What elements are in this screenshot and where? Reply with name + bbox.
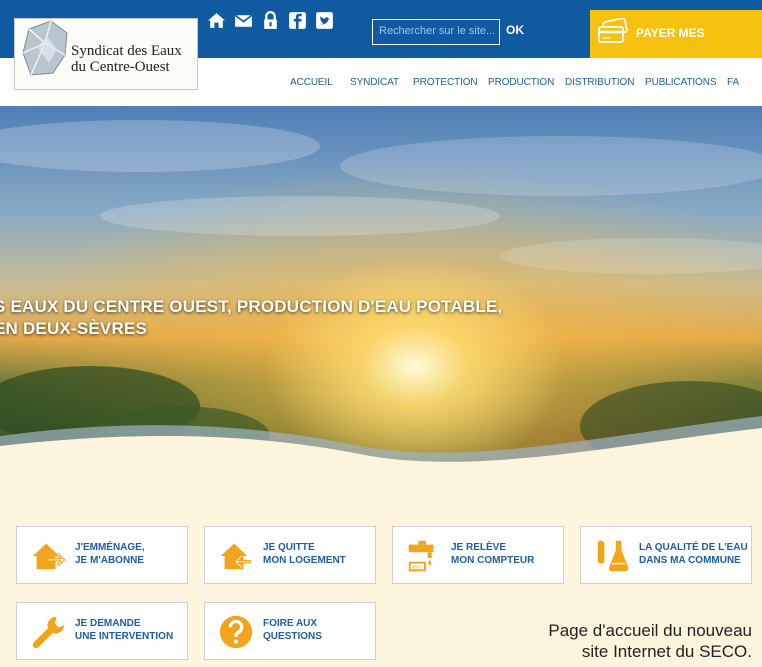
house-arrow-in-icon [32,543,66,570]
site-name-line2: du Centre-Ouest [71,59,170,75]
nav-item-distribution[interactable]: DISTRIBUTION [565,77,634,88]
nav-item-syndicat[interactable]: SYNDICAT [350,77,399,88]
question-icon [219,615,253,649]
image-caption: Page d'accueil du nouveau site Internet … [472,620,752,662]
card-faq-line1: FOIRE AUX [263,618,318,629]
card-leave-home-label: JE QUITTE MON LOGEMENT [263,541,346,567]
caption-line1: Page d'accueil du nouveau [548,621,752,640]
card-request-intervention-line2: UNE INTERVENTION [75,631,174,642]
mail-icon[interactable] [233,10,254,31]
lock-icon[interactable] [260,10,281,31]
house-arrow-out-icon [220,543,252,570]
card-subscribe-line1: J'EMMÉNAGE, [75,542,145,553]
card-leave-home[interactable]: JE QUITTE MON LOGEMENT [204,526,376,584]
card-meter-reading[interactable]: 000 JE RELÈVE MON COMPTEUR [392,526,564,584]
nav-item-protection[interactable]: PROTECTION [413,77,478,88]
card-request-intervention[interactable]: JE DEMANDE UNE INTERVENTION [16,602,188,660]
nav-item-faq[interactable]: FA [727,77,739,88]
card-subscribe-label: J'EMMÉNAGE, JE M'ABONNE [75,541,145,567]
top-icon-bar [206,10,335,31]
hero-banner: S EAUX DU CENTRE OUEST, PRODUCTION D'EAU… [0,106,762,480]
card-meter-reading-line1: JE RELÈVE [451,542,507,553]
site-name: Syndicat des Eaux du Centre-Ouest [71,43,201,75]
card-water-quality-label: LA QUALITÉ DE L'EAU DANS MA COMMUNE [639,541,748,567]
wrench-icon [32,616,65,649]
caption-line2: site Internet du SECO. [581,642,752,661]
card-meter-reading-line2: MON COMPTEUR [451,555,535,566]
nav-item-production[interactable]: PRODUCTION [488,77,554,88]
site-logo[interactable]: Syndicat des Eaux du Centre-Ouest [14,18,198,90]
nav-item-publications[interactable]: PUBLICATIONS [645,77,717,88]
card-faq[interactable]: FOIRE AUX QUESTIONS [204,602,376,660]
card-water-quality[interactable]: LA QUALITÉ DE L'EAU DANS MA COMMUNE [580,526,752,584]
site-name-line1: Syndicat des Eaux [71,43,182,59]
credit-card-icon [598,18,628,43]
search-input[interactable]: Rechercher sur le site... [372,19,500,45]
card-leave-home-line1: JE QUITTE [263,542,315,553]
hero-title-line2: EN DEUX-SÈVRES [0,319,148,338]
lab-flask-icon [597,540,629,572]
card-faq-line2: QUESTIONS [263,631,322,642]
nav-item-accueil[interactable]: ACCUEIL [290,77,333,88]
card-meter-reading-label: JE RELÈVE MON COMPTEUR [451,541,534,567]
card-subscribe-line2: JE M'ABONNE [75,555,145,566]
card-leave-home-line2: MON LOGEMENT [263,555,346,566]
search-submit-button[interactable]: OK [506,23,524,37]
pay-bill-label: PAYER MES [636,26,705,40]
card-request-intervention-label: JE DEMANDE UNE INTERVENTION [75,617,173,643]
svg-text:000: 000 [412,564,421,570]
twitter-icon[interactable] [314,10,335,31]
pay-bill-button[interactable]: PAYER MES [590,10,762,60]
crystal-logo-icon [22,20,68,76]
hero-title-line1: S EAUX DU CENTRE OUEST, PRODUCTION D'EAU… [0,297,503,316]
card-faq-label: FOIRE AUX QUESTIONS [263,617,322,643]
card-water-quality-line2: DANS MA COMMUNE [639,555,741,566]
hero-wave-divider [0,416,762,480]
card-water-quality-line1: LA QUALITÉ DE L'EAU [639,542,748,553]
card-request-intervention-line1: JE DEMANDE [75,618,141,629]
water-meter-icon: 000 [408,540,434,572]
home-icon[interactable] [206,10,227,31]
card-subscribe[interactable]: J'EMMÉNAGE, JE M'ABONNE [16,526,188,584]
facebook-icon[interactable] [287,10,308,31]
